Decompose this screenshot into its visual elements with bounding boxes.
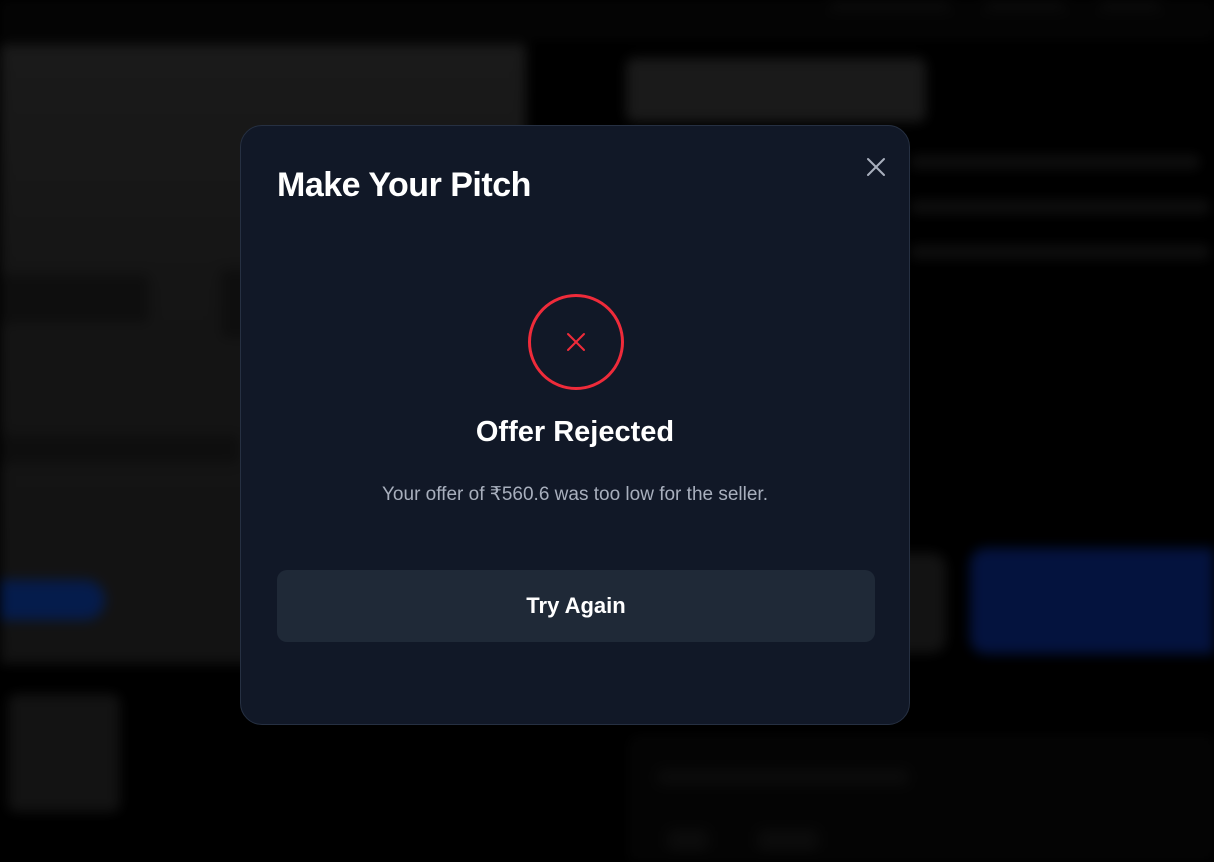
status-message: Your offer of ₹560.6 was too low for the… bbox=[382, 484, 768, 505]
try-again-button[interactable]: Try Again bbox=[277, 570, 875, 642]
close-button[interactable] bbox=[859, 150, 893, 184]
status-heading: Offer Rejected bbox=[475, 416, 675, 448]
modal-title: Make Your Pitch bbox=[277, 166, 531, 204]
pitch-modal: Make Your Pitch Offer Rejected Your offe… bbox=[240, 125, 910, 725]
rejected-status-icon bbox=[528, 294, 624, 390]
close-icon bbox=[867, 158, 885, 176]
x-icon bbox=[567, 333, 585, 351]
